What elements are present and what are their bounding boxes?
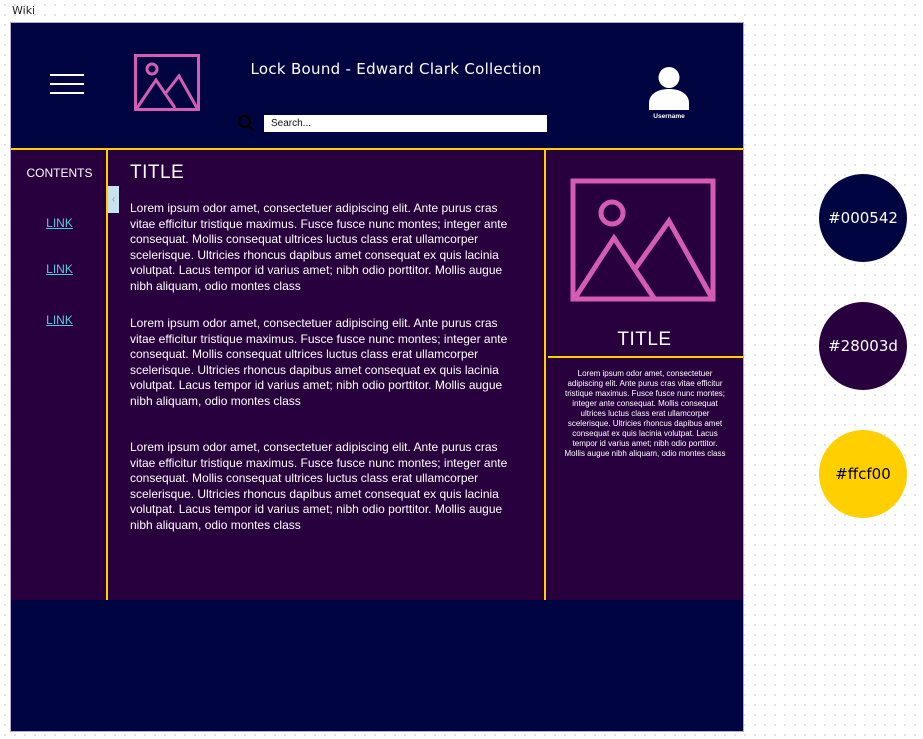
hamburger-menu-icon[interactable]	[50, 74, 84, 94]
search-input[interactable]	[264, 115, 547, 132]
sidebar-link-2[interactable]: LINK	[11, 262, 108, 276]
wiki-page-frame: Lock Bound - Edward Clark Collection Use…	[10, 22, 744, 732]
magnifier-icon[interactable]	[237, 114, 255, 132]
article-paragraph-3: Lorem ipsum odor amet, consectetuer adip…	[130, 440, 508, 532]
infobox-image-placeholder-icon	[570, 178, 716, 302]
sidebar-link-3[interactable]: LINK	[11, 313, 108, 327]
username-label[interactable]: Username	[631, 113, 707, 120]
article-paragraph-1: Lorem ipsum odor amet, consectetuer adip…	[130, 201, 508, 293]
article-paragraph-2: Lorem ipsum odor amet, consectetuer adip…	[130, 316, 508, 408]
sidebar-link-1[interactable]: LINK	[11, 216, 108, 230]
site-title: Lock Bound - Edward Clark Collection	[250, 60, 542, 78]
color-swatch-gold: #ffcf00	[819, 430, 907, 518]
image-placeholder-icon	[134, 54, 200, 111]
infobox-title: TITLE	[617, 329, 672, 350]
infobox-panel: TITLE Lorem ipsum odor amet, consectetue…	[544, 150, 743, 600]
article-title: TITLE	[130, 162, 185, 183]
user-avatar-icon[interactable]	[648, 66, 690, 110]
content-area: CONTENTS LINK LINK LINK ‹ TITLE Lorem ip…	[11, 148, 743, 600]
infobox-divider	[548, 356, 743, 358]
contents-sidebar: CONTENTS LINK LINK LINK	[11, 150, 108, 600]
header: Lock Bound - Edward Clark Collection Use…	[11, 23, 743, 148]
infobox-text: Lorem ipsum odor amet, consectetuer adip…	[564, 369, 726, 458]
contents-title: CONTENTS	[26, 166, 93, 180]
color-swatch-navy: #000542	[819, 174, 907, 262]
frame-label: Wiki	[12, 4, 36, 17]
main-article: TITLE Lorem ipsum odor amet, consectetue…	[108, 150, 544, 600]
color-swatch-purple: #28003d	[819, 302, 907, 390]
